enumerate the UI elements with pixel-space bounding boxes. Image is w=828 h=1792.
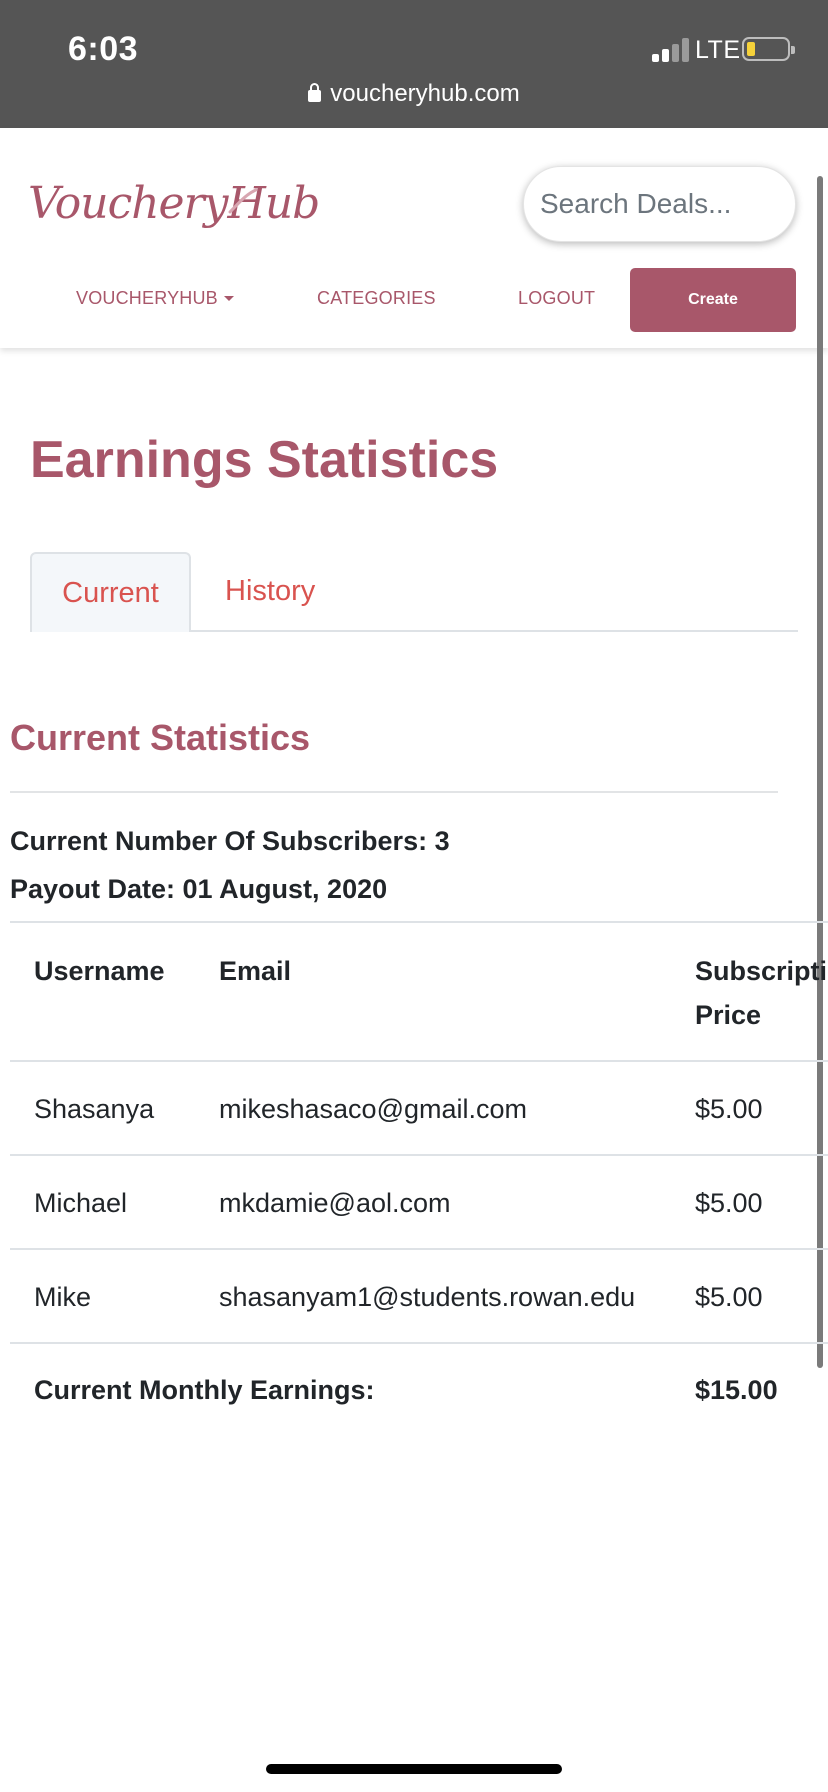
- nav-logout[interactable]: LOGOUT: [518, 288, 595, 309]
- battery-icon: [742, 37, 795, 61]
- site-header: VoucheryHub VOUCHERYHUB CATEGORIES LOGOU…: [0, 128, 828, 348]
- header-email: Email: [219, 956, 292, 986]
- section-divider: [10, 791, 778, 793]
- header-price-line2: Price: [695, 1000, 762, 1030]
- table-row-border: [10, 1342, 828, 1344]
- network-label: LTE: [695, 36, 741, 64]
- home-indicator: [266, 1764, 562, 1774]
- table-row-border: [10, 1154, 828, 1156]
- caret-down-icon: [223, 296, 234, 301]
- section-title: Current Statistics: [10, 717, 311, 758]
- header-price-line1: Subscripti: [695, 956, 828, 986]
- row-price: $5.00: [695, 1094, 763, 1124]
- lock-icon: [308, 83, 322, 102]
- monthly-earnings-total: $15.00: [695, 1375, 778, 1405]
- row-username: Mike: [34, 1282, 92, 1312]
- tab-history[interactable]: History: [225, 552, 315, 632]
- table-header-border: [10, 1060, 828, 1062]
- signal-icon: [652, 38, 690, 62]
- page-title: Earnings Statistics: [30, 431, 499, 489]
- row-email: mkdamie@aol.com: [219, 1188, 451, 1218]
- url-text: voucheryhub.com: [330, 80, 520, 107]
- url-bar[interactable]: voucheryhub.com: [0, 80, 828, 108]
- row-price: $5.00: [695, 1282, 763, 1312]
- logo[interactable]: VoucheryHub: [28, 178, 320, 229]
- payout-date: Payout Date: 01 August, 2020: [10, 874, 388, 904]
- nav-voucheryhub-label: VOUCHERYHUB: [76, 288, 218, 308]
- logo-swash-icon: [228, 188, 258, 214]
- create-button[interactable]: Create: [630, 268, 796, 332]
- row-email: shasanyam1@students.rowan.edu: [219, 1282, 636, 1312]
- monthly-earnings-label: Current Monthly Earnings:: [34, 1375, 375, 1405]
- row-username: Shasanya: [34, 1094, 155, 1124]
- header-username: Username: [34, 956, 165, 986]
- subscribers-count: Current Number Of Subscribers: 3: [10, 826, 450, 856]
- search-input[interactable]: [523, 166, 796, 242]
- page-scrollbar[interactable]: [817, 176, 823, 1368]
- table-top-border: [10, 921, 828, 923]
- row-price: $5.00: [695, 1188, 763, 1218]
- tab-current[interactable]: Current: [30, 552, 191, 632]
- table-row-border: [10, 1248, 828, 1250]
- nav-categories[interactable]: CATEGORIES: [317, 288, 436, 309]
- status-time: 6:03: [68, 30, 139, 68]
- nav-voucheryhub-dropdown[interactable]: VOUCHERYHUB: [76, 288, 234, 309]
- row-email: mikeshasaco@gmail.com: [219, 1094, 528, 1124]
- row-username: Michael: [34, 1188, 128, 1218]
- status-bar: 6:03 LTE voucheryhub.com: [0, 0, 828, 128]
